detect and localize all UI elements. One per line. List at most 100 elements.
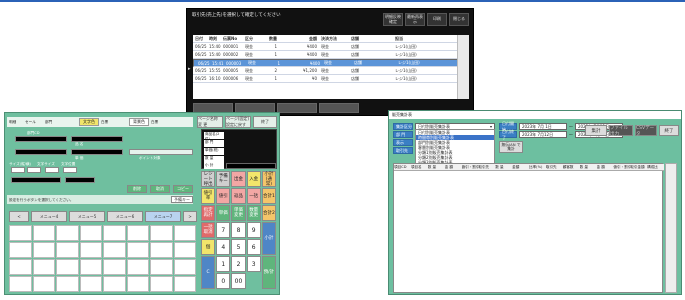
text-color-chip[interactable]: 文字色 — [79, 118, 99, 126]
keypad-key[interactable]: 値引 — [216, 188, 231, 204]
file-output-button[interactable]: ファイル出力 — [609, 125, 633, 137]
aggregate-button[interactable]: 集計 — [585, 125, 607, 136]
menu7-tab[interactable]: メニュー7 — [145, 211, 181, 222]
layout-slot[interactable] — [103, 276, 126, 292]
extra-field[interactable] — [65, 177, 95, 183]
report-scrollbar[interactable] — [665, 163, 677, 293]
keypad-key[interactable]: 一括 — [246, 188, 261, 204]
keypad-key[interactable]: 00 — [231, 273, 246, 289]
keypad-key[interactable]: 単価 変更 — [231, 205, 246, 221]
keypad-key[interactable]: 一括 取消 — [201, 222, 216, 238]
table-row[interactable]: 06/25 15:55 000005 現金 2 ¥1,200 現金 店舗 レジ1(山田) — [193, 67, 457, 75]
refresh-button[interactable]: 最新再表示 — [405, 13, 425, 26]
layout-slot[interactable] — [9, 259, 32, 275]
layout-slot[interactable] — [103, 225, 126, 241]
layout-slot[interactable] — [32, 276, 55, 292]
layout-slot[interactable] — [103, 259, 126, 275]
exit-button[interactable]: 終了 — [659, 125, 679, 136]
height-field[interactable] — [11, 167, 25, 173]
keypad-key[interactable]: 1 — [216, 256, 231, 272]
keypad-key[interactable]: 6 — [246, 239, 261, 255]
layout-slot[interactable] — [79, 259, 102, 275]
bg-color-chip[interactable]: 背景色 — [129, 118, 149, 126]
preview-button[interactable]: 予備キー — [171, 196, 193, 203]
width-field[interactable] — [27, 167, 41, 173]
keypad-key[interactable]: 出金 — [231, 171, 246, 187]
keypad-key[interactable]: 小計 (通常) — [261, 171, 276, 187]
page-prev-button[interactable]: < — [9, 211, 29, 222]
keypad-key[interactable]: 5 — [231, 239, 246, 255]
page-next-button[interactable]: > — [183, 211, 197, 222]
keypad-key[interactable]: 入金 — [246, 171, 261, 187]
layout-slot[interactable] — [150, 242, 173, 258]
keypad-key[interactable]: 数量 変更 — [246, 205, 261, 221]
keypad-key[interactable]: 9 — [246, 222, 261, 238]
end-button[interactable]: 終了 — [253, 116, 277, 128]
menu4-tab[interactable]: メニュー4 — [31, 211, 67, 222]
textpos-field[interactable] — [63, 167, 77, 173]
layout-slot[interactable] — [32, 242, 55, 258]
layout-slot[interactable] — [56, 242, 79, 258]
csv-button[interactable]: CSVデータ — [635, 125, 657, 137]
bg-color-bw[interactable]: 白黒 — [151, 120, 158, 125]
fontsize-field[interactable] — [45, 167, 59, 173]
keypad-key[interactable]: 7 — [216, 222, 231, 238]
keypad-key[interactable]: 合計1 — [261, 188, 276, 204]
layout-slot[interactable] — [79, 225, 102, 241]
table-scrollbar[interactable] — [457, 35, 469, 99]
keypad-key[interactable]: 返品 — [231, 188, 246, 204]
layout-slot[interactable] — [56, 259, 79, 275]
menu5-tab[interactable]: メニュー5 — [69, 211, 105, 222]
dept-code-field[interactable] — [15, 136, 67, 142]
keypad-key[interactable]: 合計2 — [261, 205, 276, 221]
keypad-key[interactable]: C — [201, 256, 216, 289]
layout-slot[interactable] — [126, 225, 149, 241]
keypad-key[interactable]: 小計 — [261, 222, 276, 255]
layout-slot[interactable] — [126, 259, 149, 275]
point-field[interactable] — [129, 149, 193, 155]
keypad-key[interactable]: 予備 キー — [216, 171, 231, 187]
table-row[interactable]: 06/25 15:40 000002 現金 1 ¥400 現金 店舗 レジ1(山田) — [193, 51, 457, 59]
layout-slot[interactable] — [150, 259, 173, 275]
layout-slot[interactable] — [79, 242, 102, 258]
keypad-key[interactable]: 指定 再計 — [201, 205, 216, 221]
keypad-key[interactable]: 0 — [216, 273, 231, 289]
copy-button[interactable]: コピー — [173, 185, 193, 193]
radio-sale[interactable]: セール — [25, 120, 36, 125]
price-field[interactable] — [71, 149, 123, 155]
cancel-button[interactable]: 取消 — [150, 185, 170, 193]
keypad-key[interactable]: 3 — [246, 256, 261, 272]
table-row[interactable]: 06/25 15:41 000003 現金 1 ¥400 現金 店舗 レジ1(山田) — [193, 59, 459, 67]
layout-slot[interactable] — [79, 276, 102, 292]
keypad-key[interactable]: 8 — [231, 222, 246, 238]
keypad-key[interactable]: レシート 呼出 — [201, 171, 216, 187]
layout-slot[interactable] — [173, 276, 196, 292]
keypad-key[interactable]: 値引率 — [201, 188, 216, 204]
keypad-key[interactable]: 預/計 — [261, 256, 276, 289]
layout-slot[interactable] — [103, 242, 126, 258]
date-to-input[interactable]: 2023年 7月12日 — [519, 131, 567, 138]
keypad-key[interactable]: 単価 — [216, 205, 231, 221]
layout-slot[interactable] — [9, 276, 32, 292]
keypad-key[interactable]: 4 — [216, 239, 231, 255]
layout-slot[interactable] — [173, 242, 196, 258]
layout-slot[interactable] — [150, 225, 173, 241]
radio-detail[interactable]: 明細 — [9, 120, 16, 125]
keypad-key[interactable]: 個 — [201, 239, 216, 255]
layout-slot[interactable] — [56, 276, 79, 292]
delete-button[interactable]: 削除 — [127, 185, 147, 193]
print-button[interactable]: 印刷 — [427, 13, 447, 26]
keypad-key[interactable]: 2 — [231, 256, 246, 272]
table-row[interactable]: 06/25 15:40 000001 現金 1 ¥400 現金 店舗 レジ1(山田) — [193, 43, 457, 51]
layout-slot[interactable] — [126, 276, 149, 292]
bg-field[interactable] — [11, 177, 61, 183]
close-button[interactable]: 閉じる — [449, 13, 469, 26]
date-from-input[interactable]: 2023年 7月 1日 — [519, 123, 567, 130]
layout-slot[interactable] — [173, 225, 196, 241]
radio-dept[interactable]: 部門 — [45, 120, 52, 125]
layout-slot[interactable] — [32, 259, 55, 275]
layout-slot[interactable] — [56, 225, 79, 241]
menu6-tab[interactable]: メニュー6 — [107, 211, 143, 222]
page-reset-button[interactable]: ページ(固定) 設定に戻す — [225, 116, 251, 128]
confirm-button[interactable]: 明細反映 確定 — [383, 13, 403, 26]
